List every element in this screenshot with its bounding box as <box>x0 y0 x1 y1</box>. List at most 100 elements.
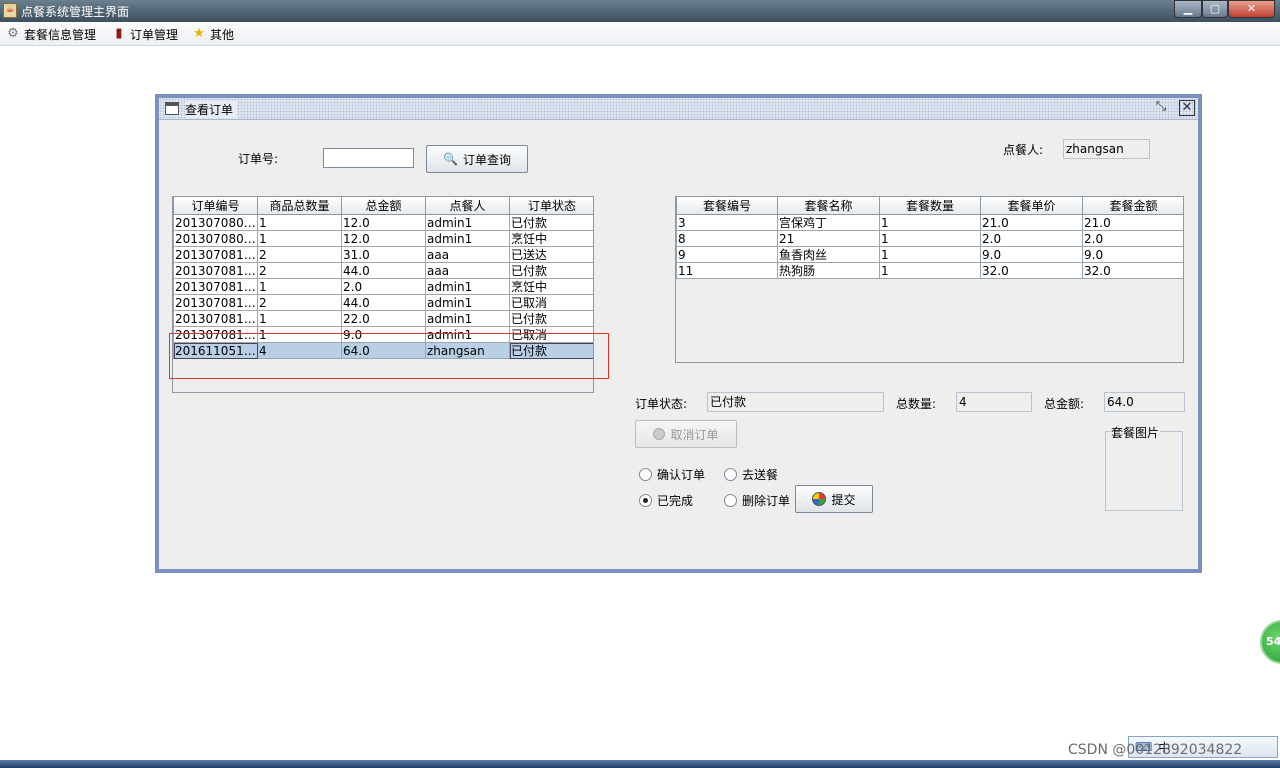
table-cell[interactable]: 已付款 <box>509 214 593 231</box>
table-cell[interactable]: 21.0 <box>1082 214 1183 231</box>
orders-table-row[interactable]: 2013070811... 2 44.0 aaa 已付款 <box>173 262 593 279</box>
table-cell[interactable]: 32.0 <box>980 262 1083 279</box>
button-label: 订单查询 <box>462 152 511 167</box>
col-header[interactable]: 套餐数量 <box>879 197 981 215</box>
table-cell[interactable]: 9.0 <box>980 246 1083 263</box>
table-cell[interactable]: 9 <box>676 246 778 263</box>
table-cell[interactable]: 1 <box>879 246 981 263</box>
radio-deliver[interactable]: 去送餐 <box>724 466 778 483</box>
table-cell[interactable]: 3 <box>676 214 778 231</box>
cancel-order-button[interactable]: 取消订单 <box>635 420 737 448</box>
col-header[interactable]: 订单编号 <box>173 197 258 215</box>
table-cell[interactable]: 烹饪中 <box>509 230 593 247</box>
table-cell[interactable]: 已取消 <box>509 294 593 311</box>
status-label: 订单状态: <box>635 397 688 411</box>
orders-table-row[interactable]: 2013070800... 1 12.0 admin1 已付款 <box>173 214 593 231</box>
cancel-icon <box>653 428 666 440</box>
table-cell[interactable]: 2.0 <box>341 278 426 295</box>
table-cell[interactable]: 1 <box>879 262 981 279</box>
table-cell[interactable]: 12.0 <box>341 230 426 247</box>
radio-confirm-order[interactable]: 确认订单 <box>639 466 705 483</box>
table-cell[interactable]: aaa <box>425 262 510 279</box>
orders-table-row[interactable]: 2013070811... 1 2.0 admin1 烹饪中 <box>173 278 593 295</box>
col-header[interactable]: 订单状态 <box>509 197 593 215</box>
col-header[interactable]: 商品总数量 <box>257 197 342 215</box>
radio-completed[interactable]: 已完成 <box>639 492 693 509</box>
table-cell[interactable]: 1 <box>879 214 981 231</box>
table-cell[interactable]: 2013070811... <box>173 262 258 279</box>
orders-table-row[interactable]: 2013070811... 2 44.0 admin1 已取消 <box>173 294 593 311</box>
col-header[interactable]: 套餐金额 <box>1082 197 1183 215</box>
table-cell[interactable]: 31.0 <box>341 246 426 263</box>
order-no-input[interactable] <box>323 148 414 168</box>
table-cell[interactable]: 21 <box>777 230 880 247</box>
package-image-group: 套餐图片 <box>1105 424 1183 511</box>
table-cell[interactable]: 2 <box>257 262 342 279</box>
table-cell[interactable]: 44.0 <box>341 262 426 279</box>
table-cell[interactable]: 2.0 <box>980 230 1083 247</box>
table-cell[interactable]: admin1 <box>425 214 510 231</box>
table-cell[interactable]: 21.0 <box>980 214 1083 231</box>
table-cell[interactable]: admin1 <box>425 230 510 247</box>
table-cell[interactable]: 已付款 <box>509 262 593 279</box>
table-cell[interactable]: 2013070811... <box>173 294 258 311</box>
col-header[interactable]: 套餐单价 <box>980 197 1083 215</box>
table-cell[interactable]: 1 <box>257 310 342 327</box>
col-header[interactable]: 点餐人 <box>425 197 510 215</box>
table-cell[interactable]: 已付款 <box>509 310 593 327</box>
table-cell[interactable]: 1 <box>879 230 981 247</box>
table-cell[interactable]: 宫保鸡丁 <box>777 214 880 231</box>
table-cell[interactable]: 8 <box>676 230 778 247</box>
table-cell[interactable]: 1 <box>257 214 342 231</box>
table-cell[interactable]: 2013070811... <box>173 310 258 327</box>
orders-table-row[interactable]: 2013070802... 1 12.0 admin1 烹饪中 <box>173 230 593 247</box>
minimize-button[interactable]: ▁ <box>1174 0 1202 18</box>
table-cell[interactable]: 2013070811... <box>173 246 258 263</box>
menu-other[interactable]: ★ 其他 <box>192 25 234 43</box>
table-cell[interactable]: 1 <box>257 230 342 247</box>
table-cell[interactable]: 热狗肠 <box>777 262 880 279</box>
table-cell[interactable]: admin1 <box>425 278 510 295</box>
table-cell[interactable]: 2013070811... <box>173 278 258 295</box>
table-cell[interactable]: 44.0 <box>341 294 426 311</box>
table-cell[interactable]: 鱼香肉丝 <box>777 246 880 263</box>
star-icon: ★ <box>193 26 205 41</box>
table-cell[interactable]: 1 <box>257 278 342 295</box>
table-cell[interactable]: 已送达 <box>509 246 593 263</box>
orders-table-row[interactable]: 2013070811... 2 31.0 aaa 已送达 <box>173 246 593 263</box>
close-button[interactable]: ✕ <box>1228 0 1275 18</box>
table-cell[interactable]: 9.0 <box>1082 246 1183 263</box>
items-table-row[interactable]: 8 21 1 2.0 2.0 <box>676 230 1183 247</box>
table-cell[interactable]: 22.0 <box>341 310 426 327</box>
order-query-button[interactable]: 🔍 订单查询 <box>426 145 528 173</box>
col-header[interactable]: 总金额 <box>341 197 426 215</box>
frame-close-icon[interactable]: ✕ <box>1179 100 1195 116</box>
floating-badge[interactable]: 54 <box>1260 620 1280 664</box>
table-cell[interactable]: aaa <box>425 246 510 263</box>
table-cell[interactable]: 11 <box>676 262 778 279</box>
table-cell[interactable]: 12.0 <box>341 214 426 231</box>
table-cell[interactable]: admin1 <box>425 294 510 311</box>
globe-icon <box>812 492 827 506</box>
items-table-row[interactable]: 3 宫保鸡丁 1 21.0 21.0 <box>676 214 1183 231</box>
table-cell[interactable]: 32.0 <box>1082 262 1183 279</box>
items-table-row[interactable]: 9 鱼香肉丝 1 9.0 9.0 <box>676 246 1183 263</box>
orders-table-row[interactable]: 2013070811... 1 22.0 admin1 已付款 <box>173 310 593 327</box>
table-cell[interactable]: 烹饪中 <box>509 278 593 295</box>
items-table-row[interactable]: 11 热狗肠 1 32.0 32.0 <box>676 262 1183 279</box>
menu-order-management[interactable]: ▮ 订单管理 <box>112 25 178 43</box>
table-cell[interactable]: 2 <box>257 294 342 311</box>
radio-delete-order[interactable]: 删除订单 <box>724 492 790 509</box>
col-header[interactable]: 套餐名称 <box>777 197 880 215</box>
col-header[interactable]: 套餐编号 <box>676 197 778 215</box>
table-cell[interactable]: 2013070800... <box>173 214 258 231</box>
table-cell[interactable]: admin1 <box>425 310 510 327</box>
restore-icon[interactable]: ⤡ <box>1153 100 1169 116</box>
radio-label: 去送餐 <box>742 468 779 482</box>
table-cell[interactable]: 2 <box>257 246 342 263</box>
menu-package-info[interactable]: ⚙ 套餐信息管理 <box>6 25 96 43</box>
maximize-button[interactable]: ▢ <box>1202 0 1228 18</box>
table-cell[interactable]: 2013070802... <box>173 230 258 247</box>
table-cell[interactable]: 2.0 <box>1082 230 1183 247</box>
submit-button[interactable]: 提交 <box>795 485 873 513</box>
